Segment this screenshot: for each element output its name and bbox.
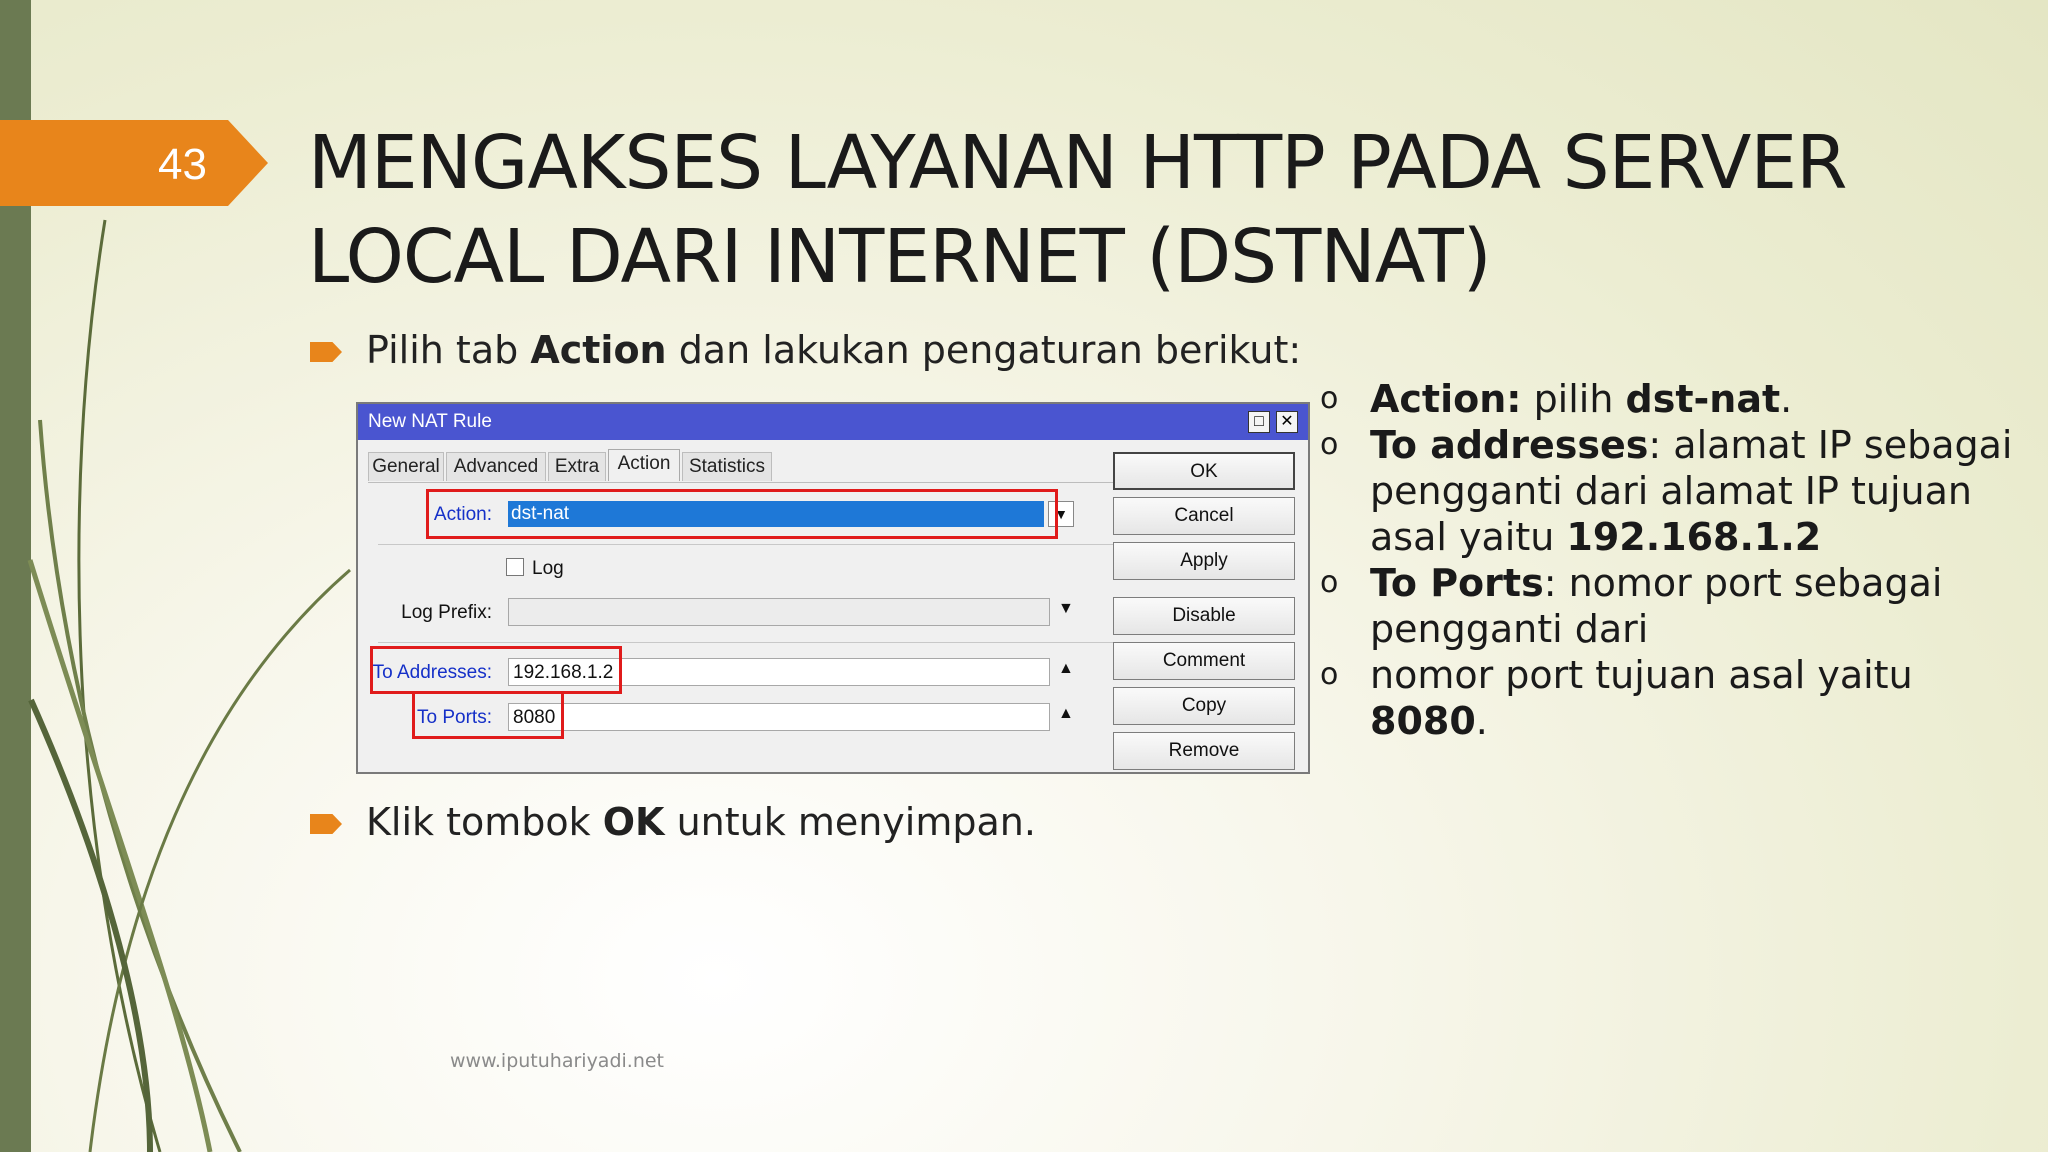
maximize-icon[interactable]: □ xyxy=(1248,411,1270,433)
footer-url: www.iputuhariyadi.net xyxy=(450,1050,665,1072)
list-item-to-ports: o To Ports: nomor port sebagai pengganti… xyxy=(1320,561,1943,651)
separator xyxy=(378,642,1118,643)
action-highlight xyxy=(426,489,1058,539)
tab-statistics[interactable]: Statistics xyxy=(682,452,772,481)
ok-button[interactable]: OK xyxy=(1113,452,1295,490)
slide-title: MENGAKSES LAYANAN HTTP PADA SERVER LOCAL… xyxy=(308,116,2028,304)
tab-extra[interactable]: Extra xyxy=(548,452,606,481)
disable-button[interactable]: Disable xyxy=(1113,597,1295,635)
circle-bullet-icon: o xyxy=(1320,381,1339,416)
slide-number: 43 xyxy=(158,140,207,189)
tab-panel-border xyxy=(368,482,1184,483)
to-ports-up-icon[interactable]: ▲ xyxy=(1058,705,1074,723)
to-ports-input[interactable]: 8080 xyxy=(508,703,1050,731)
to-addresses-up-icon[interactable]: ▲ xyxy=(1058,660,1074,678)
log-prefix-input[interactable] xyxy=(508,598,1050,626)
dialog-titlebar[interactable]: New NAT Rule □ ✕ xyxy=(358,404,1308,440)
circle-bullet-icon: o xyxy=(1320,657,1339,692)
circle-bullet-icon: o xyxy=(1320,565,1339,600)
copy-button[interactable]: Copy xyxy=(1113,687,1295,725)
bullet-1-pre: Pilih tab xyxy=(366,328,531,372)
log-prefix-dropdown-icon[interactable]: ▼ xyxy=(1058,600,1074,618)
to-ports-highlight xyxy=(412,691,564,739)
tab-general[interactable]: General xyxy=(368,452,444,481)
log-checkbox[interactable] xyxy=(506,558,524,576)
tab-advanced[interactable]: Advanced xyxy=(446,452,546,481)
to-addresses-highlight xyxy=(370,646,622,694)
title-line-1: MENGAKSES LAYANAN HTTP PADA SERVER xyxy=(308,120,1848,206)
apply-button[interactable]: Apply xyxy=(1113,542,1295,580)
circle-bullet-icon: o xyxy=(1320,427,1339,462)
bullet-2-post: untuk menyimpan. xyxy=(664,800,1036,844)
explanation-list: o Action: pilih dst-nat. o To addresses:… xyxy=(1320,376,2040,744)
bullet-1-bold: Action xyxy=(530,328,667,372)
new-nat-rule-dialog: New NAT Rule □ ✕ General Advanced Extra … xyxy=(356,402,1310,774)
separator xyxy=(378,544,1118,545)
list-item-port-origin: o nomor port tujuan asal yaitu 8080. xyxy=(1320,653,1913,743)
comment-button[interactable]: Comment xyxy=(1113,642,1295,680)
bullet-2-pre: Klik tombok xyxy=(366,800,603,844)
slide-number-badge: 43 xyxy=(0,120,268,206)
log-label: Log xyxy=(532,558,564,579)
list-item-action: o Action: pilih dst-nat. xyxy=(1320,377,1793,421)
list-item-to-addresses: o To addresses: alamat IP sebagai pengga… xyxy=(1320,423,2013,559)
close-icon[interactable]: ✕ xyxy=(1276,411,1298,433)
dialog-title: New NAT Rule xyxy=(368,411,492,432)
bullet-1-post: dan lakukan pengaturan berikut: xyxy=(666,328,1302,372)
cancel-button[interactable]: Cancel xyxy=(1113,497,1295,535)
log-prefix-label: Log Prefix: xyxy=(401,602,492,623)
bullet-2-bold: OK xyxy=(602,800,665,844)
title-line-2: LOCAL DARI INTERNET (DSTNAT) xyxy=(308,214,1492,300)
tab-action[interactable]: Action xyxy=(608,449,680,481)
remove-button[interactable]: Remove xyxy=(1113,732,1295,770)
